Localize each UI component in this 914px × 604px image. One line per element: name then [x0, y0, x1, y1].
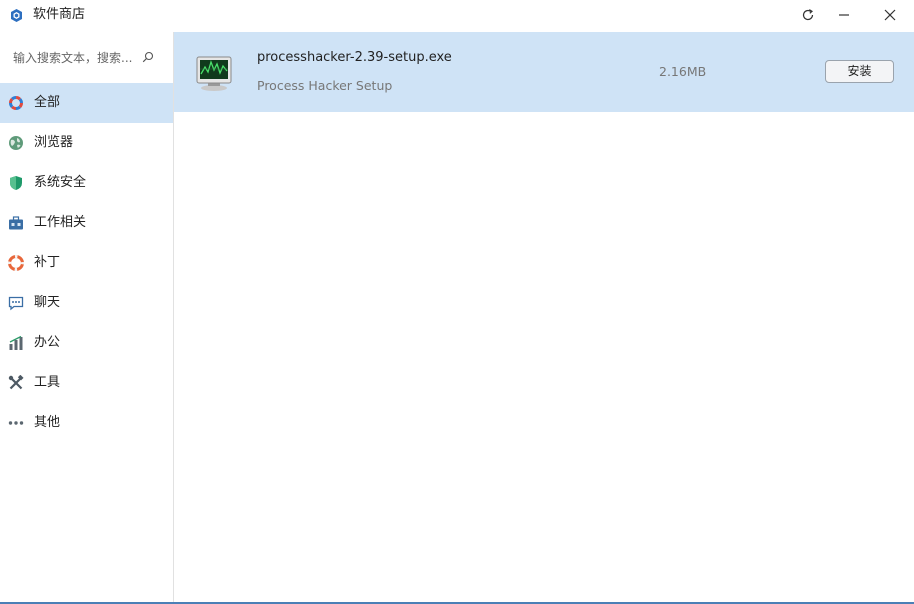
search-icon[interactable] [142, 51, 154, 63]
all-ring-icon [9, 96, 23, 110]
sidebar-item-label: 补丁 [34, 255, 61, 270]
window-title: 软件商店 [33, 7, 86, 22]
list-item[interactable]: processhacker-2.39-setup.exe Process Hac… [174, 32, 914, 112]
tools-icon [8, 375, 24, 390]
app-list-panel: processhacker-2.39-setup.exe Process Hac… [174, 32, 914, 604]
sidebar-item-office[interactable]: 办公 [0, 323, 173, 363]
app-name: processhacker-2.39-setup.exe [257, 50, 452, 65]
search-box [0, 32, 173, 83]
sidebar-item-security[interactable]: 系统安全 [0, 163, 173, 203]
globe-icon [9, 136, 23, 150]
app-size: 2.16MB [659, 64, 707, 79]
close-button[interactable] [870, 0, 910, 30]
title-bar: 软件商店 [0, 0, 914, 32]
app-description: Process Hacker Setup [257, 78, 393, 93]
briefcase-icon [9, 216, 23, 230]
sidebar-item-other[interactable]: 其他 [0, 403, 173, 443]
bar-chart-icon [9, 335, 23, 350]
minimize-button[interactable] [824, 0, 864, 30]
sidebar-item-label: 全部 [34, 95, 61, 110]
sidebar-item-label: 系统安全 [34, 175, 87, 190]
shield-icon [10, 176, 22, 190]
sidebar-item-label: 聊天 [34, 295, 61, 310]
sidebar-item-tools[interactable]: 工具 [0, 363, 173, 403]
search-input[interactable] [13, 49, 138, 67]
refresh-button[interactable] [788, 0, 828, 30]
sidebar-item-label: 浏览器 [34, 135, 74, 150]
sidebar-item-label: 工具 [34, 375, 61, 390]
monitor-app-icon [196, 56, 232, 91]
sidebar-item-patch[interactable]: 补丁 [0, 243, 173, 283]
sidebar-item-chat[interactable]: 聊天 [0, 283, 173, 323]
install-button[interactable]: 安装 [825, 60, 894, 83]
minimize-icon [839, 14, 849, 16]
category-list: 全部 浏览器 系统安全 工作相关 补丁 聊天 办公 工具 其他 [0, 83, 173, 443]
sidebar-item-browser[interactable]: 浏览器 [0, 123, 173, 163]
sidebar-item-label: 其他 [34, 415, 61, 430]
sidebar-item-label: 办公 [34, 335, 61, 350]
sidebar-item-label: 工作相关 [34, 215, 87, 230]
more-dots-icon [8, 421, 24, 425]
sidebar-item-work[interactable]: 工作相关 [0, 203, 173, 243]
app-logo-icon [11, 9, 22, 22]
lifebuoy-icon [8, 255, 24, 271]
close-icon [884, 9, 896, 21]
refresh-icon [802, 9, 814, 21]
chat-bubble-icon [8, 296, 24, 311]
sidebar: 全部 浏览器 系统安全 工作相关 [0, 32, 174, 604]
sidebar-item-all[interactable]: 全部 [0, 83, 173, 123]
